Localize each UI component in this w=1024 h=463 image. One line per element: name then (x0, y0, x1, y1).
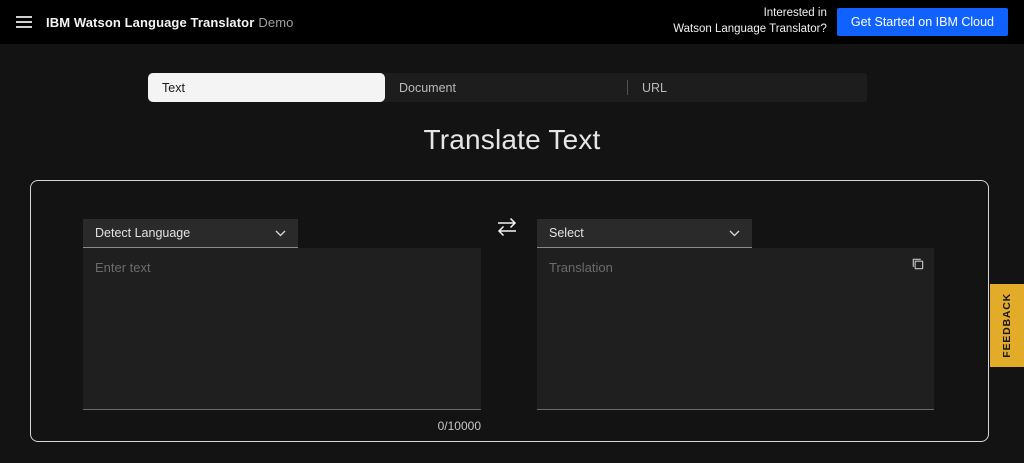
target-language-value: Select (549, 226, 584, 240)
translation-output[interactable] (537, 248, 934, 410)
target-textarea-wrap (537, 248, 934, 410)
header-right: Interested in Watson Language Translator… (673, 6, 1008, 37)
swap-arrows-icon (497, 217, 517, 237)
app-title-bold: IBM Watson Language Translator (46, 14, 255, 30)
source-textarea-wrap (83, 248, 481, 410)
hamburger-menu-icon (16, 16, 32, 28)
app-window: IBM Watson Language Translator Demo Inter… (0, 0, 1024, 463)
char-count: 0/10000 (437, 419, 481, 433)
swap-languages-button[interactable] (491, 211, 523, 243)
tab-text[interactable]: Text (148, 73, 385, 102)
feedback-label: FEEDBACK (1001, 293, 1013, 358)
page-title: Translate Text (423, 124, 601, 155)
promo-text: Interested in Watson Language Translator… (673, 6, 827, 37)
chevron-down-icon (275, 230, 286, 237)
promo-line-1: Interested in (763, 7, 827, 20)
hamburger-menu-button[interactable] (10, 8, 38, 36)
app-title: IBM Watson Language Translator Demo (46, 15, 293, 30)
source-language-value: Detect Language (95, 226, 191, 240)
source-text-input[interactable] (83, 248, 481, 410)
get-started-button[interactable]: Get Started on IBM Cloud (836, 8, 1008, 36)
source-column: Detect Language 0/10000 (83, 219, 481, 433)
promo-line-2: Watson Language Translator? (673, 23, 827, 35)
copy-translation-button[interactable] (906, 253, 928, 275)
chevron-down-icon (729, 230, 740, 237)
feedback-button[interactable]: FEEDBACK (990, 284, 1024, 367)
app-title-demo: Demo (258, 14, 294, 30)
top-header: IBM Watson Language Translator Demo Inter… (0, 0, 1024, 44)
tab-document[interactable]: Document (385, 73, 627, 102)
source-language-dropdown[interactable]: Detect Language (83, 219, 298, 248)
target-column: Select (537, 219, 934, 410)
mode-tabs: Text Document URL (148, 73, 867, 102)
target-language-dropdown[interactable]: Select (537, 219, 752, 248)
tab-url[interactable]: URL (628, 73, 867, 102)
copy-icon (912, 258, 923, 269)
translate-panel: Detect Language 0/10000 Select (30, 180, 989, 442)
